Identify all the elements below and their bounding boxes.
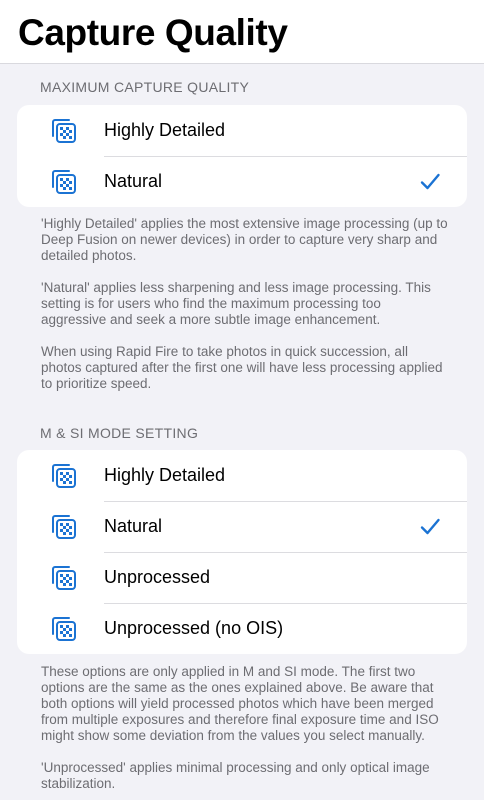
page-title: Capture Quality	[18, 12, 288, 53]
option-label: Unprocessed (no OIS)	[104, 618, 284, 638]
section-footer: These options are only applied in M and …	[0, 664, 484, 792]
option-row-unprocessed[interactable]: Unprocessed	[17, 552, 467, 603]
section-m-si-mode-setting: M & SI MODE SETTING Highly Detailed Natu…	[0, 424, 484, 792]
option-label: Unprocessed	[104, 567, 211, 587]
options-group: Highly Detailed Natural	[17, 105, 467, 207]
footer-paragraph: 'Unprocessed' applies minimal processing…	[41, 760, 430, 791]
option-label: Highly Detailed	[104, 465, 226, 485]
option-label: Natural	[104, 171, 163, 191]
photo-stack-icon	[49, 461, 79, 491]
option-label: Natural	[104, 516, 163, 536]
photo-stack-icon	[49, 116, 79, 146]
photo-stack-icon	[49, 614, 79, 644]
options-group: Highly Detailed Natural Unprocessed Unpr…	[17, 450, 467, 654]
photo-stack-icon	[49, 167, 79, 197]
option-row-natural[interactable]: Natural	[17, 501, 467, 552]
section-header: M & SI MODE SETTING	[40, 425, 199, 441]
option-row-highly-detailed[interactable]: Highly Detailed	[17, 450, 467, 501]
section-header: MAXIMUM CAPTURE QUALITY	[40, 79, 250, 95]
section-footer: 'Highly Detailed' applies the most exten…	[0, 216, 484, 392]
footer-paragraph: These options are only applied in M and …	[41, 664, 439, 743]
photo-stack-icon	[49, 563, 79, 593]
option-label: Highly Detailed	[104, 120, 226, 140]
section-maximum-capture-quality: MAXIMUM CAPTURE QUALITY Highly Detailed …	[0, 78, 484, 392]
option-row-unprocessed-no-ois[interactable]: Unprocessed (no OIS)	[17, 603, 467, 654]
checkmark-icon	[419, 516, 441, 538]
photo-stack-icon	[49, 512, 79, 542]
option-row-highly-detailed[interactable]: Highly Detailed	[17, 105, 467, 156]
footer-paragraph: When using Rapid Fire to take photos in …	[41, 344, 443, 391]
footer-paragraph: 'Natural' applies less sharpening and le…	[41, 280, 431, 327]
navigation-bar: Capture Quality	[0, 0, 484, 64]
option-row-natural[interactable]: Natural	[17, 156, 467, 207]
footer-paragraph: 'Highly Detailed' applies the most exten…	[41, 216, 448, 263]
checkmark-icon	[419, 171, 441, 193]
